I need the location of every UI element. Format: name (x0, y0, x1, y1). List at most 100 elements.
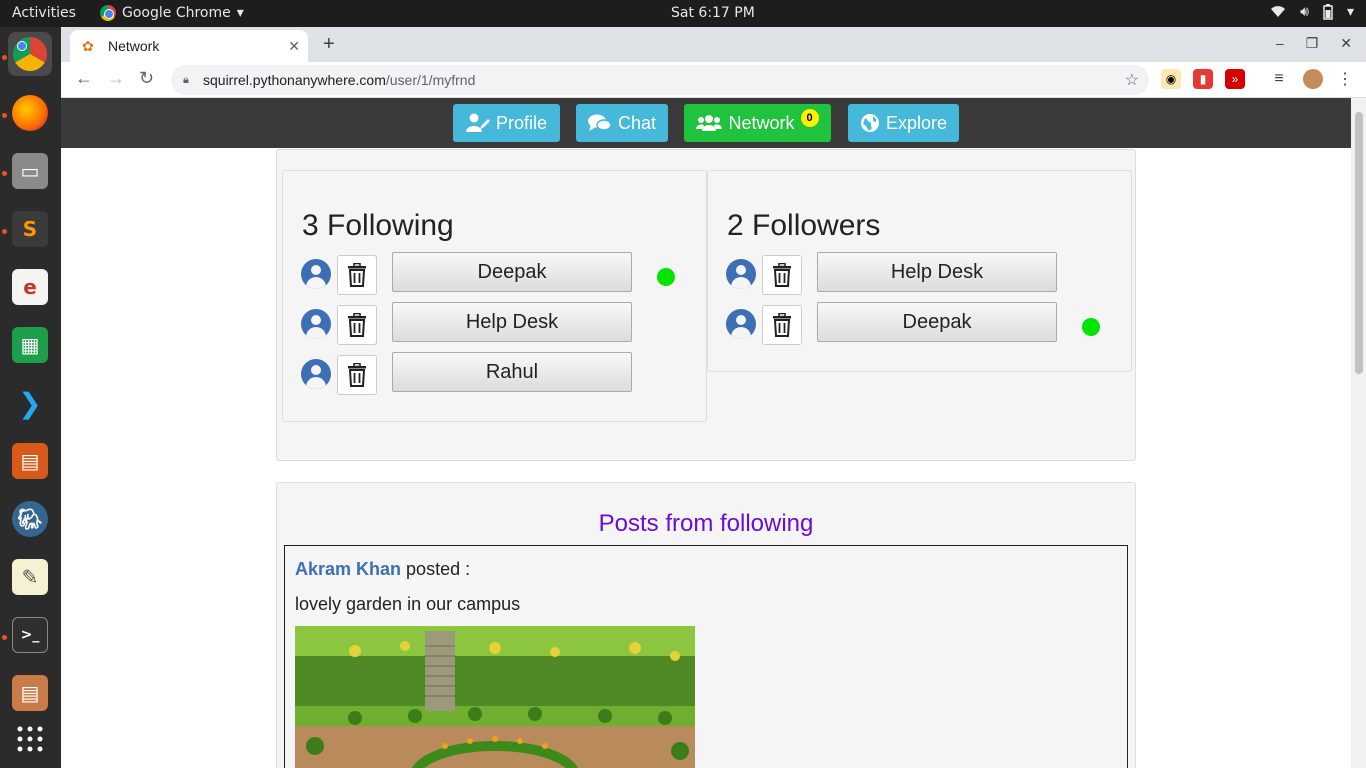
forward-arrow-icon[interactable]: → (107, 68, 125, 89)
files-icon: ▭ (12, 153, 48, 189)
post-image[interactable] (295, 626, 695, 768)
show-applications[interactable] (8, 717, 52, 761)
nav-chat-label: Chat (617, 112, 657, 133)
followers-card: 2 Followers Help Desk Deepak (707, 170, 1132, 372)
archive-icon: ▤ (12, 675, 48, 711)
dock-impress[interactable]: ▤ (8, 439, 52, 483)
dock-firefox[interactable] (8, 91, 52, 135)
remove-follower-button[interactable] (762, 305, 802, 345)
dock-vscode[interactable]: ❯ (8, 381, 52, 425)
user-avatar-icon (301, 259, 331, 289)
reload-icon[interactable]: ↻ (139, 68, 154, 89)
restore-icon[interactable]: ❐ (1306, 35, 1319, 52)
page-viewport: Profile Chat Network 0 Explore 3 Followi… (61, 98, 1366, 768)
trash-icon (348, 263, 366, 287)
chrome-menu-icon[interactable]: ⋮ (1335, 69, 1355, 89)
post-card: Akram Khan posted : lovely garden in our… (284, 545, 1128, 768)
dock-chrome[interactable] (8, 32, 52, 76)
globe-icon (860, 114, 879, 132)
dock-evince[interactable]: e (8, 265, 52, 309)
volume-icon: 🔊︎ (1300, 4, 1309, 20)
dock-sublime[interactable]: S (8, 207, 52, 251)
page-scrollbar[interactable] (1351, 98, 1366, 768)
dock-files[interactable]: ▭ (8, 149, 52, 193)
tab-title: Network (108, 38, 160, 54)
back-arrow-icon[interactable]: ← (75, 68, 93, 89)
dock-text-editor[interactable]: ✎ (8, 555, 52, 599)
extension-play-icon[interactable]: » (1225, 69, 1245, 89)
spreadsheet-icon: ▦ (12, 327, 48, 363)
post-text: lovely garden in our campus (295, 594, 521, 614)
online-status-dot (1082, 318, 1100, 336)
close-window-icon[interactable]: ✕ (1340, 35, 1352, 52)
nav-network-label: Network (728, 112, 795, 133)
system-menu-chevron-icon: ▾ (1346, 4, 1354, 20)
follower-row: Deepak (726, 302, 1126, 345)
nav-profile-button[interactable]: Profile (453, 104, 560, 142)
post-author-link[interactable]: Akram Khan (295, 559, 401, 579)
activities-button[interactable]: Activities (12, 5, 76, 21)
new-tab-button[interactable]: + (323, 33, 335, 56)
squirrel-favicon-icon: ✿ (82, 38, 94, 54)
following-card: 3 Following Deepak Help Desk Rahul (282, 170, 707, 422)
following-title: 3 Following (302, 209, 454, 242)
user-avatar-icon (726, 309, 756, 339)
sublime-text-icon: S (12, 211, 48, 247)
network-panel: 3 Following Deepak Help Desk Rahul 2 Fol… (276, 149, 1136, 461)
browser-toolbar: ← → ↻ 🔒︎ squirrel.pythonanywhere.com/use… (61, 62, 1366, 98)
address-bar[interactable]: 🔒︎ squirrel.pythonanywhere.com/user/1/my… (171, 65, 1149, 95)
site-navbar: Profile Chat Network 0 Explore (61, 98, 1351, 148)
dock-pgadmin[interactable]: 🐘︎ (8, 497, 52, 541)
user-name-button[interactable]: Rahul (392, 352, 632, 392)
bookmark-star-icon[interactable]: ☆ (1125, 70, 1139, 90)
nav-chat-button[interactable]: Chat (576, 104, 668, 142)
app-grid-icon (17, 726, 43, 752)
running-indicator (2, 55, 7, 60)
extension-book-icon[interactable]: ▮ (1193, 69, 1213, 89)
unfollow-button[interactable] (337, 355, 377, 395)
chevron-down-icon: ▾ (236, 5, 244, 21)
dock: ▭ S e ▦ ❯ ▤ 🐘︎ ✎ >_ ▤ (0, 27, 61, 768)
app-menu[interactable]: Google Chrome ▾ (100, 5, 244, 21)
minimize-icon[interactable]: – (1276, 35, 1284, 52)
user-name-button[interactable]: Help Desk (392, 302, 632, 342)
window-controls: – ❐ ✕ (1276, 35, 1352, 52)
system-tray[interactable]: 🔊︎ ▾ (1270, 4, 1354, 24)
running-indicator (2, 171, 7, 176)
post-header: Akram Khan posted : (295, 559, 470, 580)
dock-terminal[interactable]: >_ (8, 613, 52, 657)
post-suffix: posted : (406, 559, 471, 579)
network-count-badge: 0 (800, 109, 819, 127)
user-edit-icon (465, 113, 490, 132)
user-name-button[interactable]: Deepak (392, 252, 632, 292)
user-name-button[interactable]: Deepak (817, 302, 1057, 342)
unfollow-button[interactable] (337, 305, 377, 345)
nav-explore-button[interactable]: Explore (848, 104, 959, 142)
app-menu-label: Google Chrome (122, 5, 231, 21)
clock[interactable]: Sat 6:17 PM (671, 5, 755, 21)
nav-explore-label: Explore (885, 112, 948, 133)
user-name-button[interactable]: Help Desk (817, 252, 1057, 292)
user-avatar-icon (301, 359, 331, 389)
close-tab-icon[interactable]: ✕ (288, 38, 300, 55)
profile-avatar[interactable] (1303, 69, 1323, 89)
dock-calc[interactable]: ▦ (8, 323, 52, 367)
trash-icon (773, 263, 791, 287)
remove-follower-button[interactable] (762, 255, 802, 295)
tab-strip: ✿ Network ✕ + – ❐ ✕ (61, 27, 1366, 62)
followers-title: 2 Followers (727, 209, 881, 242)
following-row: Rahul (301, 352, 701, 395)
dock-archive[interactable]: ▤ (8, 671, 52, 715)
extension-owl-icon[interactable]: ◉ (1161, 69, 1181, 89)
unfollow-button[interactable] (337, 255, 377, 295)
online-status-dot (657, 268, 675, 286)
chrome-icon (13, 37, 47, 71)
running-indicator (2, 635, 7, 640)
user-avatar-icon (301, 309, 331, 339)
firefox-icon (12, 95, 48, 131)
browser-tab[interactable]: ✿ Network ✕ (70, 30, 308, 62)
nav-network-button[interactable]: Network 0 (684, 104, 831, 142)
media-queue-icon[interactable]: ≡ (1269, 69, 1289, 89)
document-viewer-icon: e (12, 269, 48, 305)
scrollbar-thumb[interactable] (1355, 112, 1363, 374)
